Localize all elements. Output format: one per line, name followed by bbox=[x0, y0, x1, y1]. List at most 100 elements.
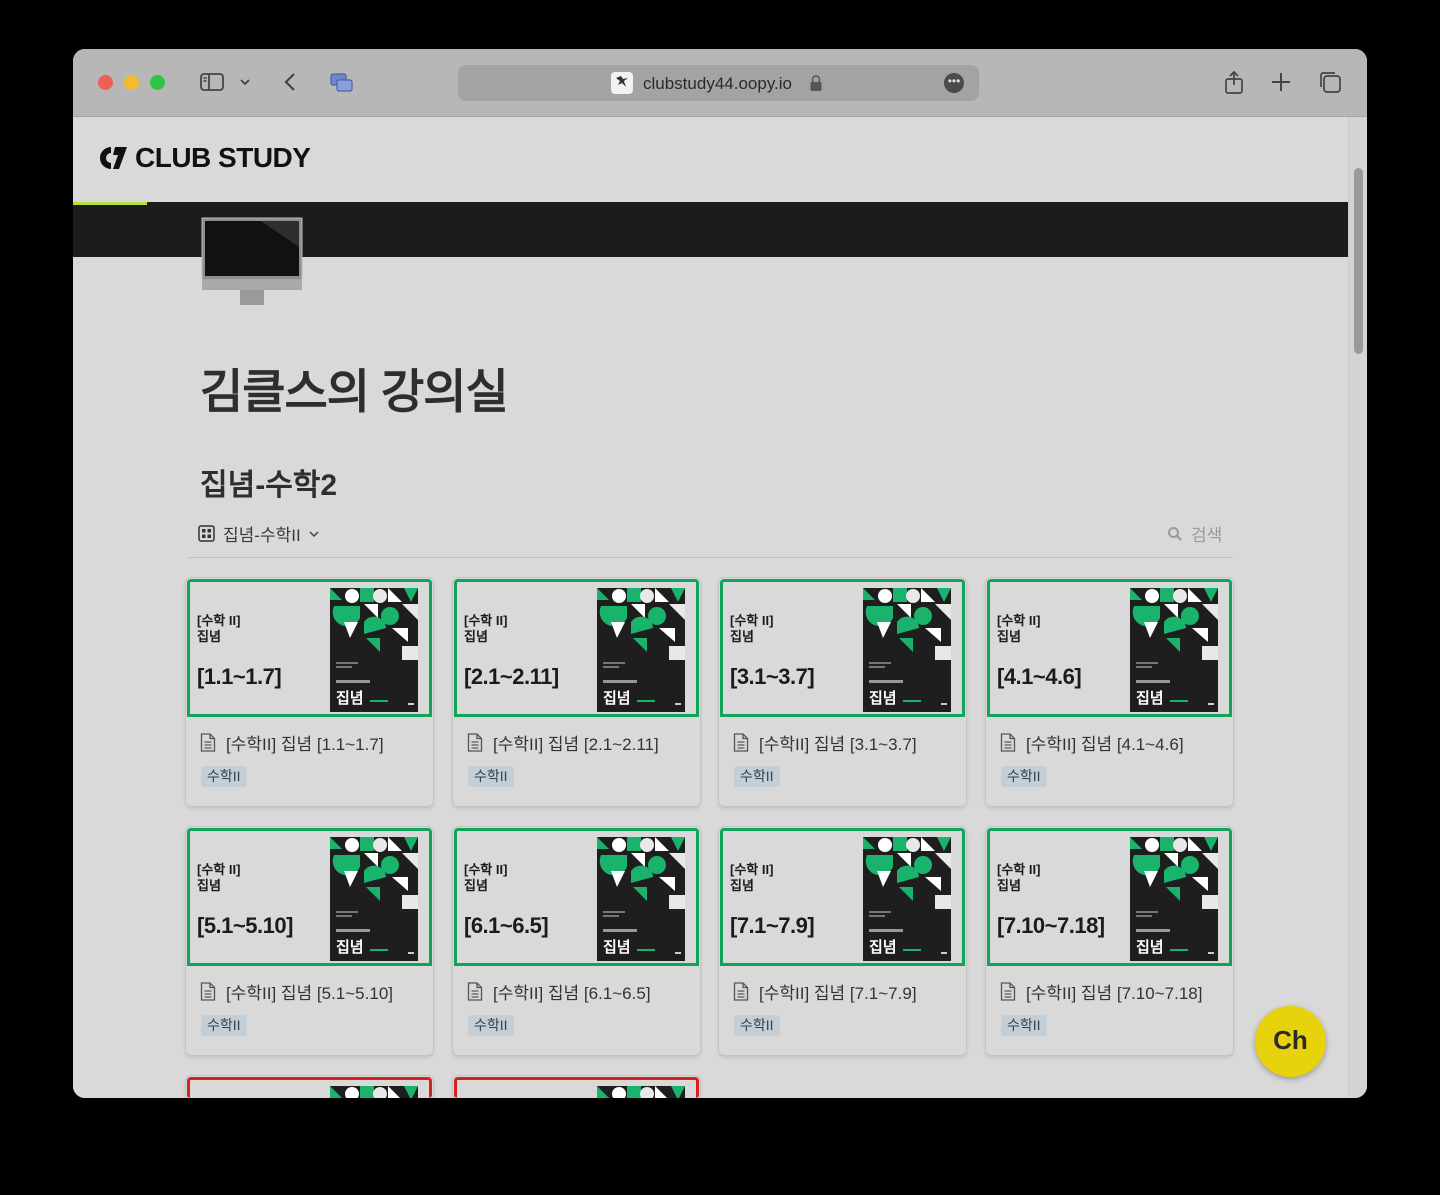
cover-range: [5.1~5.10] bbox=[197, 913, 293, 938]
club-study-logo-icon bbox=[100, 147, 127, 169]
card-title[interactable]: [수학II] 집념 [7.10~7.18] bbox=[1000, 979, 1202, 1004]
card-title-text: [수학II] 집념 [2.1~2.11] bbox=[493, 735, 659, 754]
cover-subject: [수학 II] bbox=[730, 613, 774, 628]
sidebar-toggle-icon[interactable] bbox=[199, 69, 225, 95]
page-icon bbox=[1000, 733, 1016, 752]
cover-range: [7.10~7.18] bbox=[997, 913, 1105, 938]
card-title-text: [수학II] 집념 [4.1~4.6] bbox=[1026, 735, 1184, 754]
back-icon[interactable] bbox=[278, 69, 304, 95]
gallery-card-partial[interactable] bbox=[186, 1076, 433, 1098]
zoom-window-button[interactable] bbox=[150, 75, 165, 90]
subject-tag: 수학II bbox=[201, 766, 247, 787]
view-name: 집념-수학II bbox=[223, 526, 301, 545]
card-title[interactable]: [수학II] 집념 [6.1~6.5] bbox=[467, 979, 651, 1004]
tab-group-icon[interactable] bbox=[328, 69, 354, 95]
card-cover-image: [수학 II] 집념 [1.1~1.7] 집념 bbox=[187, 579, 432, 717]
chat-button[interactable]: Ch bbox=[1255, 1006, 1326, 1077]
cover-series: 집념 bbox=[197, 629, 221, 644]
cover-subject: [수학 II] bbox=[997, 862, 1041, 877]
section-title: 집념-수학2 bbox=[200, 469, 338, 502]
view-selector[interactable]: 집념-수학II bbox=[198, 521, 321, 546]
cover-subtitle: [수학 II] 집념 bbox=[997, 862, 1040, 894]
cover-series: 집념 bbox=[730, 878, 754, 893]
card-cover-image: [수학 II] 집념 [6.1~6.5] 집념 bbox=[454, 828, 699, 966]
new-tab-icon[interactable] bbox=[1268, 69, 1294, 95]
card-title[interactable]: [수학II] 집념 [2.1~2.11] bbox=[467, 730, 659, 755]
chevron-down-icon[interactable] bbox=[237, 69, 253, 95]
card-cover-image: [수학 II] 집념 [7.10~7.18] 집념 bbox=[987, 828, 1232, 966]
card-cover-image: [수학 II] 집념 [3.1~3.7] 집념 bbox=[720, 579, 965, 717]
subject-tag: 수학II bbox=[468, 766, 514, 787]
browser-toolbar: clubstudy44.oopy.io ••• bbox=[73, 49, 1367, 117]
card-title[interactable]: [수학II] 집념 [5.1~5.10] bbox=[200, 979, 393, 1004]
book-title: 집념 bbox=[603, 690, 631, 707]
cover-subject: [수학 II] bbox=[197, 613, 241, 628]
gallery-card[interactable]: [수학 II] 집념 [1.1~1.7] 집념 [수학II] 집념 [1.1~1.7] 수… bbox=[186, 578, 433, 806]
subject-tag: 수학II bbox=[201, 1015, 247, 1036]
subject-tag: 수학II bbox=[734, 766, 780, 787]
cover-subject: [수학 II] bbox=[197, 862, 241, 877]
page-icon bbox=[200, 733, 216, 752]
book-cover: 집념 bbox=[1130, 588, 1218, 712]
card-cover-image bbox=[454, 1077, 699, 1098]
subject-tag: 수학II bbox=[734, 1015, 780, 1036]
card-title-text: [수학II] 집념 [5.1~5.10] bbox=[226, 984, 393, 1003]
monitor-icon bbox=[201, 217, 303, 305]
chat-button-label: Ch bbox=[1273, 1025, 1308, 1055]
cover-subtitle: [수학 II] 집념 bbox=[197, 862, 240, 894]
close-window-button[interactable] bbox=[98, 75, 113, 90]
gallery-card[interactable]: [수학 II] 집념 [3.1~3.7] 집념 [수학II] 집념 [3.1~3.7] 수… bbox=[719, 578, 966, 806]
card-title-text: [수학II] 집념 [6.1~6.5] bbox=[493, 984, 651, 1003]
cover-subtitle: [수학 II] 집념 bbox=[997, 613, 1040, 645]
cover-range: [3.1~3.7] bbox=[730, 664, 815, 689]
cover-series: 집념 bbox=[464, 878, 488, 893]
tab-overview-icon[interactable] bbox=[1317, 69, 1343, 95]
cover-subject: [수학 II] bbox=[730, 862, 774, 877]
cover-range: [2.1~2.11] bbox=[464, 664, 559, 689]
page-icon bbox=[1000, 982, 1016, 1001]
page-icon bbox=[467, 982, 483, 1001]
gallery-card[interactable]: [수학 II] 집념 [4.1~4.6] 집념 [수학II] 집념 [4.1~4.6] 수… bbox=[986, 578, 1233, 806]
minimize-window-button[interactable] bbox=[124, 75, 139, 90]
book-cover: 집념 bbox=[597, 588, 685, 712]
gallery-card[interactable]: [수학 II] 집념 [2.1~2.11] 집념 [수학II] 집념 [2.1~2.11… bbox=[453, 578, 700, 806]
address-bar[interactable]: clubstudy44.oopy.io ••• bbox=[458, 65, 979, 101]
address-url: clubstudy44.oopy.io bbox=[643, 74, 793, 93]
card-title[interactable]: [수학II] 집념 [4.1~4.6] bbox=[1000, 730, 1184, 755]
card-title[interactable]: [수학II] 집념 [3.1~3.7] bbox=[733, 730, 917, 755]
cover-subtitle: [수학 II] 집념 bbox=[730, 862, 773, 894]
gallery-card-partial[interactable] bbox=[453, 1076, 700, 1098]
cover-series: 집념 bbox=[197, 878, 221, 893]
banner-accent bbox=[73, 202, 147, 205]
site-logo[interactable]: CLUB STUDY bbox=[99, 142, 311, 173]
book-cover: 집념 bbox=[1130, 837, 1218, 961]
card-title[interactable]: [수학II] 집념 [1.1~1.7] bbox=[200, 730, 384, 755]
gallery-card[interactable]: [수학 II] 집념 [5.1~5.10] 집념 [수학II] 집념 [5.1~5.10… bbox=[186, 827, 433, 1055]
book-cover: 집념 bbox=[863, 588, 951, 712]
gallery-card[interactable]: [수학 II] 집념 [7.1~7.9] 집념 [수학II] 집념 [7.1~7.9] 수… bbox=[719, 827, 966, 1055]
subject-tag: 수학II bbox=[468, 1015, 514, 1036]
cover-subtitle: [수학 II] 집념 bbox=[464, 862, 507, 894]
scrollbar[interactable] bbox=[1348, 117, 1367, 1098]
book-cover bbox=[330, 1086, 418, 1098]
gallery-card[interactable]: [수학 II] 집념 [7.10~7.18] 집념 [수학II] 집념 [7.10~7.… bbox=[986, 827, 1233, 1055]
chevron-down-icon bbox=[309, 530, 319, 537]
cover-subtitle: [수학 II] 집념 bbox=[197, 613, 240, 645]
gallery-view-icon bbox=[198, 525, 215, 542]
cover-range: [7.1~7.9] bbox=[730, 913, 815, 938]
card-title[interactable]: [수학II] 집념 [7.1~7.9] bbox=[733, 979, 917, 1004]
book-cover bbox=[597, 1086, 685, 1098]
browser-window: clubstudy44.oopy.io ••• CLUB STUDY 김클스의 … bbox=[73, 49, 1367, 1098]
card-title-text: [수학II] 집념 [7.10~7.18] bbox=[1026, 984, 1203, 1003]
share-icon[interactable] bbox=[1221, 69, 1247, 95]
card-cover-image: [수학 II] 집념 [4.1~4.6] 집념 bbox=[987, 579, 1232, 717]
gallery-card[interactable]: [수학 II] 집념 [6.1~6.5] 집념 [수학II] 집념 [6.1~6.5] 수… bbox=[453, 827, 700, 1055]
book-title: 집념 bbox=[336, 690, 364, 707]
more-options-icon[interactable]: ••• bbox=[944, 73, 964, 93]
scrollbar-thumb[interactable] bbox=[1354, 168, 1363, 354]
cover-subject: [수학 II] bbox=[997, 613, 1041, 628]
card-title-text: [수학II] 집념 [7.1~7.9] bbox=[759, 984, 917, 1003]
book-title: 집념 bbox=[869, 690, 897, 707]
search-button[interactable]: 검색 bbox=[1167, 521, 1222, 546]
book-title: 집념 bbox=[603, 939, 631, 956]
